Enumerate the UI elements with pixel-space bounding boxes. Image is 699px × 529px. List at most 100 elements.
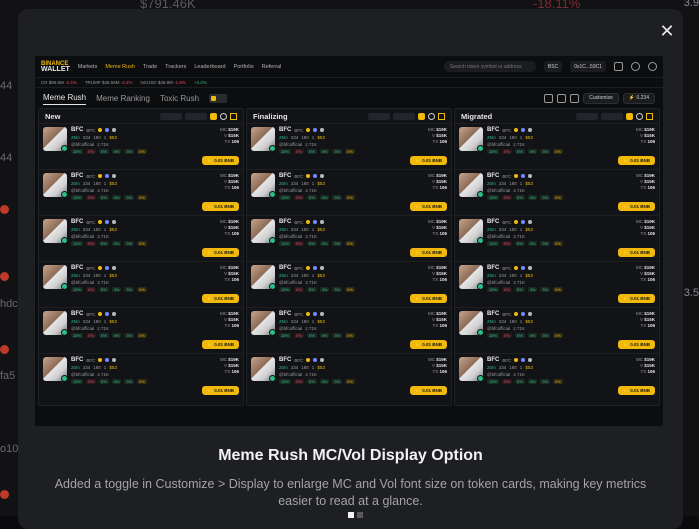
filter-chip[interactable]	[576, 112, 598, 120]
quick-buy-button[interactable]: ⚡ 0.01 BNB	[617, 294, 655, 303]
search-input[interactable]: Search token symbol or address	[443, 61, 536, 72]
speed-chip[interactable]	[393, 112, 415, 120]
preset-chip[interactable]	[626, 112, 633, 120]
quick-buy-button[interactable]: ⚡ 0.01 BNB	[409, 340, 447, 349]
token-handle[interactable]: @bfcofficial	[487, 280, 510, 285]
quick-buy-button[interactable]: ⚡ 0.01 BNB	[617, 156, 655, 165]
token-card[interactable]: BFC BFC 25m 234 180 1 $53 @bfcofficial 2.71K 15% 0…	[39, 215, 243, 261]
nav-referral[interactable]: Referral	[262, 64, 282, 70]
token-card[interactable]: BFC BFC 25m 234 180 1 $53 @bfcofficial 2.71K 15% 0…	[455, 169, 659, 215]
token-card[interactable]: BFC BFC 25m 234 180 1 $53 @bfcofficial 2.71K 15% 0…	[39, 169, 243, 215]
search-icon[interactable]	[220, 112, 227, 120]
copy-icon[interactable]	[570, 93, 580, 103]
token-handle[interactable]: @bfcofficial	[71, 280, 94, 285]
token-card[interactable]: BFC BFC 25m 234 180 1 $53 @bfcofficial 2.71K 15% 0…	[455, 307, 659, 353]
token-handle[interactable]: @bfcofficial	[279, 280, 302, 285]
token-handle[interactable]: @bfcofficial	[279, 326, 302, 331]
quick-buy-button[interactable]: ⚡ 0.01 BNB	[201, 386, 239, 395]
balance-chip[interactable]: ⚡ 0.234	[622, 92, 655, 104]
token-card[interactable]: BFC BFC 25m 234 180 1 $53 @bfcofficial 2.71K 15% 0…	[455, 215, 659, 261]
token-card[interactable]: BFC BFC 25m 234 180 1 $53 @bfcofficial 2.71K 15% 0…	[39, 261, 243, 307]
token-handle[interactable]: @bfcofficial	[487, 372, 510, 377]
wallet-address[interactable]: 0x1C...59C1	[570, 61, 606, 72]
token-card[interactable]: BFC BFC 25m 234 180 1 $53 @bfcofficial 2.71K 15% 0…	[247, 307, 451, 353]
tab-toxic-rush[interactable]: Toxic Rush	[160, 92, 199, 105]
token-card[interactable]: BFC BFC 25m 234 180 1 $53 @bfcofficial 2.71K 15% 0…	[455, 261, 659, 307]
token-handle[interactable]: @bfcofficial	[279, 372, 302, 377]
tab-meme-ranking[interactable]: Meme Ranking	[96, 92, 150, 105]
nav-portfolio[interactable]: Portfolio	[234, 64, 254, 70]
token-card[interactable]: BFC BFC 25m 234 180 1 $53 @bfcofficial 2.71K 15% 0…	[455, 353, 659, 399]
token-card[interactable]: BFC BFC 25m 234 180 1 $53 @bfcofficial 2.71K 15% 0…	[247, 215, 451, 261]
token-card[interactable]: BFC BFC 25m 234 180 1 $53 @bfcofficial 2.71K 15% 0…	[39, 307, 243, 353]
token-handle[interactable]: @bfcofficial	[487, 188, 510, 193]
token-card[interactable]: BFC BFC 25m 234 180 1 $53 @bfcofficial 2.71K 15% 0…	[247, 123, 451, 169]
quick-buy-button[interactable]: ⚡ 0.01 BNB	[409, 202, 447, 211]
ticker-item[interactable]: +3.2%	[194, 80, 207, 85]
nav-trade[interactable]: Trade	[143, 64, 157, 70]
quick-buy-button[interactable]: ⚡ 0.01 BNB	[409, 386, 447, 395]
quick-buy-button[interactable]: ⚡ 0.01 BNB	[617, 340, 655, 349]
token-age: 25m	[279, 365, 288, 370]
speed-chip[interactable]	[601, 112, 623, 120]
filter-icon[interactable]	[438, 112, 445, 120]
token-handle[interactable]: @bfcofficial	[71, 188, 94, 193]
layout-icon[interactable]	[544, 93, 554, 103]
customize-button[interactable]: Customize	[583, 92, 619, 104]
settings-icon[interactable]	[631, 62, 640, 71]
token-handle[interactable]: @bfcofficial	[487, 142, 510, 147]
filter-icon[interactable]	[230, 112, 237, 120]
token-handle[interactable]: @bfcofficial	[279, 188, 302, 193]
token-handle[interactable]: @bfcofficial	[487, 326, 510, 331]
filter-chip[interactable]	[160, 112, 182, 120]
quick-buy-button[interactable]: ⚡ 0.01 BNB	[409, 156, 447, 165]
preset-chip[interactable]	[418, 112, 425, 120]
stat-a: 234	[290, 365, 299, 370]
token-handle[interactable]: @bfcofficial	[71, 326, 94, 331]
ticker-item[interactable]: CR $96.6M -2.4%	[41, 80, 77, 85]
tab-meme-rush[interactable]: Meme Rush	[43, 91, 87, 105]
quick-buy-button[interactable]: ⚡ 0.01 BNB	[409, 294, 447, 303]
token-handle[interactable]: @bfcofficial	[71, 142, 94, 147]
window-icon[interactable]	[614, 62, 623, 71]
pager-dot[interactable]	[348, 512, 354, 518]
preset-chip[interactable]	[210, 112, 217, 120]
nav-leaderboard[interactable]: Leaderboard	[194, 64, 225, 70]
token-card[interactable]: BFC BFC 25m 234 180 1 $53 @bfcofficial 2.71K 15% 0…	[247, 169, 451, 215]
quick-buy-button[interactable]: ⚡ 0.01 BNB	[201, 248, 239, 257]
theme-icon[interactable]	[648, 62, 657, 71]
filter-icon[interactable]	[646, 112, 653, 120]
quick-buy-button[interactable]: ⚡ 0.01 BNB	[201, 202, 239, 211]
token-card[interactable]: BFC BFC 25m 234 180 1 $53 @bfcofficial 2.71K 15% 0…	[39, 123, 243, 169]
pager-dot[interactable]	[357, 512, 363, 518]
token-handle[interactable]: @bfcofficial	[487, 234, 510, 239]
nav-trackers[interactable]: Trackers	[165, 64, 186, 70]
quick-buy-button[interactable]: ⚡ 0.01 BNB	[617, 202, 655, 211]
quick-buy-button[interactable]: ⚡ 0.01 BNB	[201, 294, 239, 303]
sound-icon[interactable]	[557, 93, 567, 103]
token-handle[interactable]: @bfcofficial	[71, 372, 94, 377]
token-handle[interactable]: @bfcofficial	[279, 234, 302, 239]
nav-meme-rush[interactable]: Meme Rush	[105, 64, 135, 70]
nav-markets[interactable]: Markets	[78, 64, 98, 70]
ticker-item[interactable]: NCUSD $48.8M -1.8%	[141, 80, 186, 85]
speed-chip[interactable]	[185, 112, 207, 120]
filter-chip[interactable]	[368, 112, 390, 120]
search-icon[interactable]	[428, 112, 435, 120]
quick-buy-button[interactable]: ⚡ 0.01 BNB	[617, 386, 655, 395]
chain-selector[interactable]: BSC	[543, 61, 563, 72]
close-icon[interactable]: ✕	[659, 22, 675, 40]
quick-buy-button[interactable]: ⚡ 0.01 BNB	[201, 156, 239, 165]
token-handle[interactable]: @bfcofficial	[71, 234, 94, 239]
quick-buy-button[interactable]: ⚡ 0.01 BNB	[617, 248, 655, 257]
token-card[interactable]: BFC BFC 25m 234 180 1 $53 @bfcofficial 2.71K 15% 0…	[39, 353, 243, 399]
quick-buy-button[interactable]: ⚡ 0.01 BNB	[201, 340, 239, 349]
ticker-item[interactable]: TRUMP $48.58M -4.2%	[85, 80, 133, 85]
token-card[interactable]: BFC BFC 25m 234 180 1 $53 @bfcofficial 2.71K 15% 0…	[247, 353, 451, 399]
quick-buy-button[interactable]: ⚡ 0.01 BNB	[409, 248, 447, 257]
view-toggle[interactable]	[209, 93, 228, 103]
search-icon[interactable]	[636, 112, 643, 120]
token-card[interactable]: BFC BFC 25m 234 180 1 $53 @bfcofficial 2.71K 15% 0…	[247, 261, 451, 307]
token-card[interactable]: BFC BFC 25m 234 180 1 $53 @bfcofficial 2.71K 15% 0…	[455, 123, 659, 169]
token-handle[interactable]: @bfcofficial	[279, 142, 302, 147]
